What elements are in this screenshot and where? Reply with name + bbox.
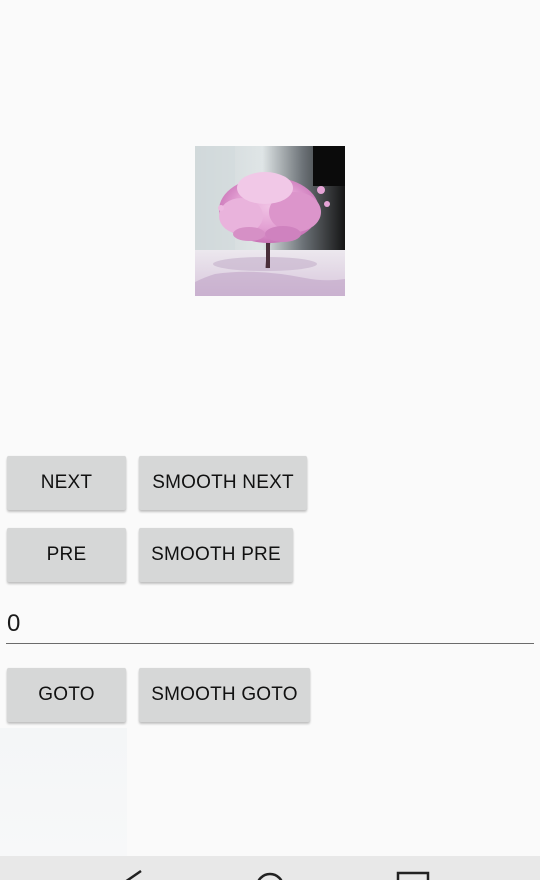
page-number-input[interactable]: [6, 604, 534, 644]
smooth-pre-button[interactable]: SMOOTH PRE: [139, 528, 293, 582]
smooth-next-button[interactable]: SMOOTH NEXT: [139, 456, 307, 510]
cherry-blossom-image: [195, 146, 345, 296]
pre-button[interactable]: PRE: [7, 528, 126, 582]
goto-button[interactable]: GOTO: [7, 668, 126, 722]
back-icon[interactable]: [122, 869, 144, 880]
next-button[interactable]: NEXT: [7, 456, 126, 510]
system-navigation-bar: [0, 856, 540, 880]
faint-background-panel: [0, 728, 127, 856]
home-icon[interactable]: [254, 870, 286, 880]
recents-icon[interactable]: [396, 870, 430, 880]
smooth-goto-button[interactable]: SMOOTH GOTO: [139, 668, 310, 722]
